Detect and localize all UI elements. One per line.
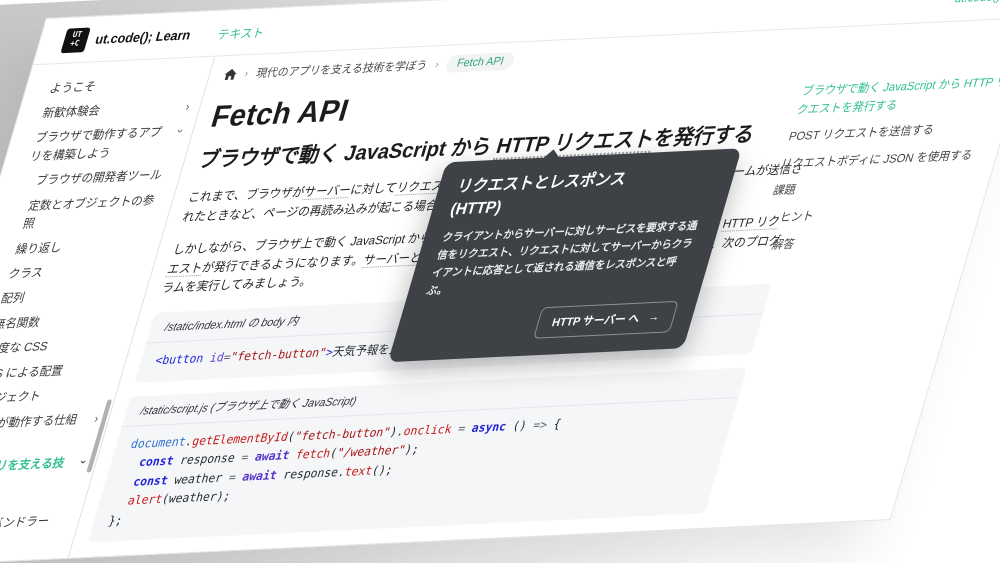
glossary-term[interactable]: サーバー	[302, 183, 353, 200]
code-token: fetch	[294, 446, 332, 461]
sidebar-item[interactable]: 現代のアプリを支える技術を学ぼう›	[0, 449, 92, 499]
sidebar-item-label: 定数とオブジェクトの参照	[21, 191, 168, 234]
code-token: "fetch-button"	[293, 425, 392, 443]
app-body: ようこそ新歓体験会›ブラウザで動作するアプリを構築しよう›ブラウザの開発者ツール…	[0, 18, 1000, 563]
toc-item[interactable]: リクエストボディに JSON を使用する	[778, 145, 995, 173]
code-token: <button	[154, 351, 206, 367]
toc-item[interactable]: 課題	[770, 172, 987, 200]
code-token: "fetch-button"	[229, 346, 328, 364]
breadcrumb-separator: ›	[434, 59, 440, 70]
tooltip-button-row: HTTP サーバー へ →	[411, 301, 678, 345]
sidebar-item[interactable]: ›	[0, 559, 60, 563]
home-icon[interactable]	[223, 68, 239, 80]
sidebar-item-label: サーバーが動作する仕組み	[0, 410, 89, 453]
arrow-right-icon: →	[647, 312, 661, 324]
code-token: alert	[126, 492, 164, 507]
code-token: const	[137, 454, 175, 469]
toc-item[interactable]: 解答	[755, 226, 972, 254]
logo-line2: +C	[69, 40, 80, 49]
code-token: const	[132, 473, 170, 488]
breadcrumb-current-badge[interactable]: Fetch API	[444, 52, 516, 73]
toc-item[interactable]: ヒント	[763, 199, 980, 227]
sidebar-item[interactable]: 定数とオブジェクトの参照	[7, 187, 169, 237]
code-token: async	[470, 419, 508, 434]
code-token: response	[171, 451, 243, 468]
code-block-js: /static/script.js (ブラウザ上で動く JavaScript) …	[88, 367, 748, 542]
external-site-link[interactable]: ut.code();	[953, 0, 1000, 5]
brand-title[interactable]: ut.code(); Learn	[94, 27, 193, 46]
code-token: "/weather"	[335, 443, 407, 460]
breadcrumb-section[interactable]: 現代のアプリを支える技術を学ぼう	[254, 57, 429, 81]
paragraph-text: が発行できるようになります。	[201, 253, 366, 274]
code-token: {	[545, 417, 563, 431]
code-token: };	[107, 513, 125, 527]
chevron-down-icon[interactable]: ›	[171, 126, 191, 137]
sidebar-item-label: 配列	[0, 284, 140, 309]
code-token: );	[403, 442, 421, 456]
code-token: (weather);	[160, 489, 232, 506]
code-token: getElementById	[191, 429, 290, 447]
sidebar-item-label: モジュールバンドラー	[0, 511, 74, 536]
tooltip-button-label: HTTP サーバー へ	[550, 311, 642, 331]
page-background: UT +C ut.code(); Learn テキスト ut.code(); よ…	[0, 0, 1000, 563]
sidebar-item-label: ブラウザで動作するアプリを構築しよう	[28, 123, 173, 166]
code-token: document	[129, 434, 188, 450]
code-token: weather	[166, 470, 231, 487]
heading-suffix: を発行する	[651, 122, 758, 150]
sidebar-item-label: 高度な CSS	[0, 334, 126, 359]
code-token: await	[253, 448, 291, 463]
app-window: UT +C ut.code(); Learn テキスト ut.code(); よ…	[0, 0, 1000, 563]
code-token: onclick	[402, 422, 454, 438]
sidebar-item-label: 無名関数	[0, 309, 133, 334]
tooltip-title: リクエストとレスポンス (HTTP)	[447, 164, 719, 222]
sidebar-item-label: オブジェクト	[0, 384, 111, 409]
sidebar-item-label: ブラウザの開発者ツール	[33, 166, 175, 191]
toc-item[interactable]: POST リクエストを送信する	[786, 118, 1000, 146]
sidebar-item[interactable]: ブラウザで動作するアプリを構築しよう›	[27, 119, 189, 169]
tooltip-http-server-button[interactable]: HTTP サーバー へ →	[533, 301, 679, 339]
tooltip-body: クライアントからサーバーに対しサービスを要求する通信をリクエスト、リクエストに対…	[424, 218, 703, 300]
code-token: ();	[370, 462, 394, 477]
toc-item[interactable]: ブラウザで動く JavaScript から HTTP リクエストを発行する	[794, 72, 1000, 119]
breadcrumb-separator: ›	[243, 68, 249, 79]
sidebar-item-label: 新歓体験会	[40, 98, 180, 123]
sidebar-item-label: CSS による配置	[0, 359, 119, 384]
chevron-right-icon[interactable]: ›	[181, 97, 195, 115]
sidebar-item-label: 現代のアプリを支える技術を学ぼう	[0, 453, 76, 496]
paragraph-text: に対して	[349, 181, 399, 197]
sidebar-item-label: クラス	[6, 259, 148, 284]
code-token: await	[241, 468, 279, 483]
nav-link-text[interactable]: テキスト	[216, 22, 268, 43]
code-token: response.	[275, 465, 347, 482]
sidebar-item[interactable]: モジュールバンドラー	[0, 508, 75, 540]
external-link-label: ut.code();	[953, 0, 1000, 5]
utcode-logo[interactable]: UT +C	[61, 27, 91, 53]
sidebar-item-label: 繰り返し	[13, 234, 155, 259]
paragraph-text: これまで、ブラウザが	[186, 186, 306, 205]
